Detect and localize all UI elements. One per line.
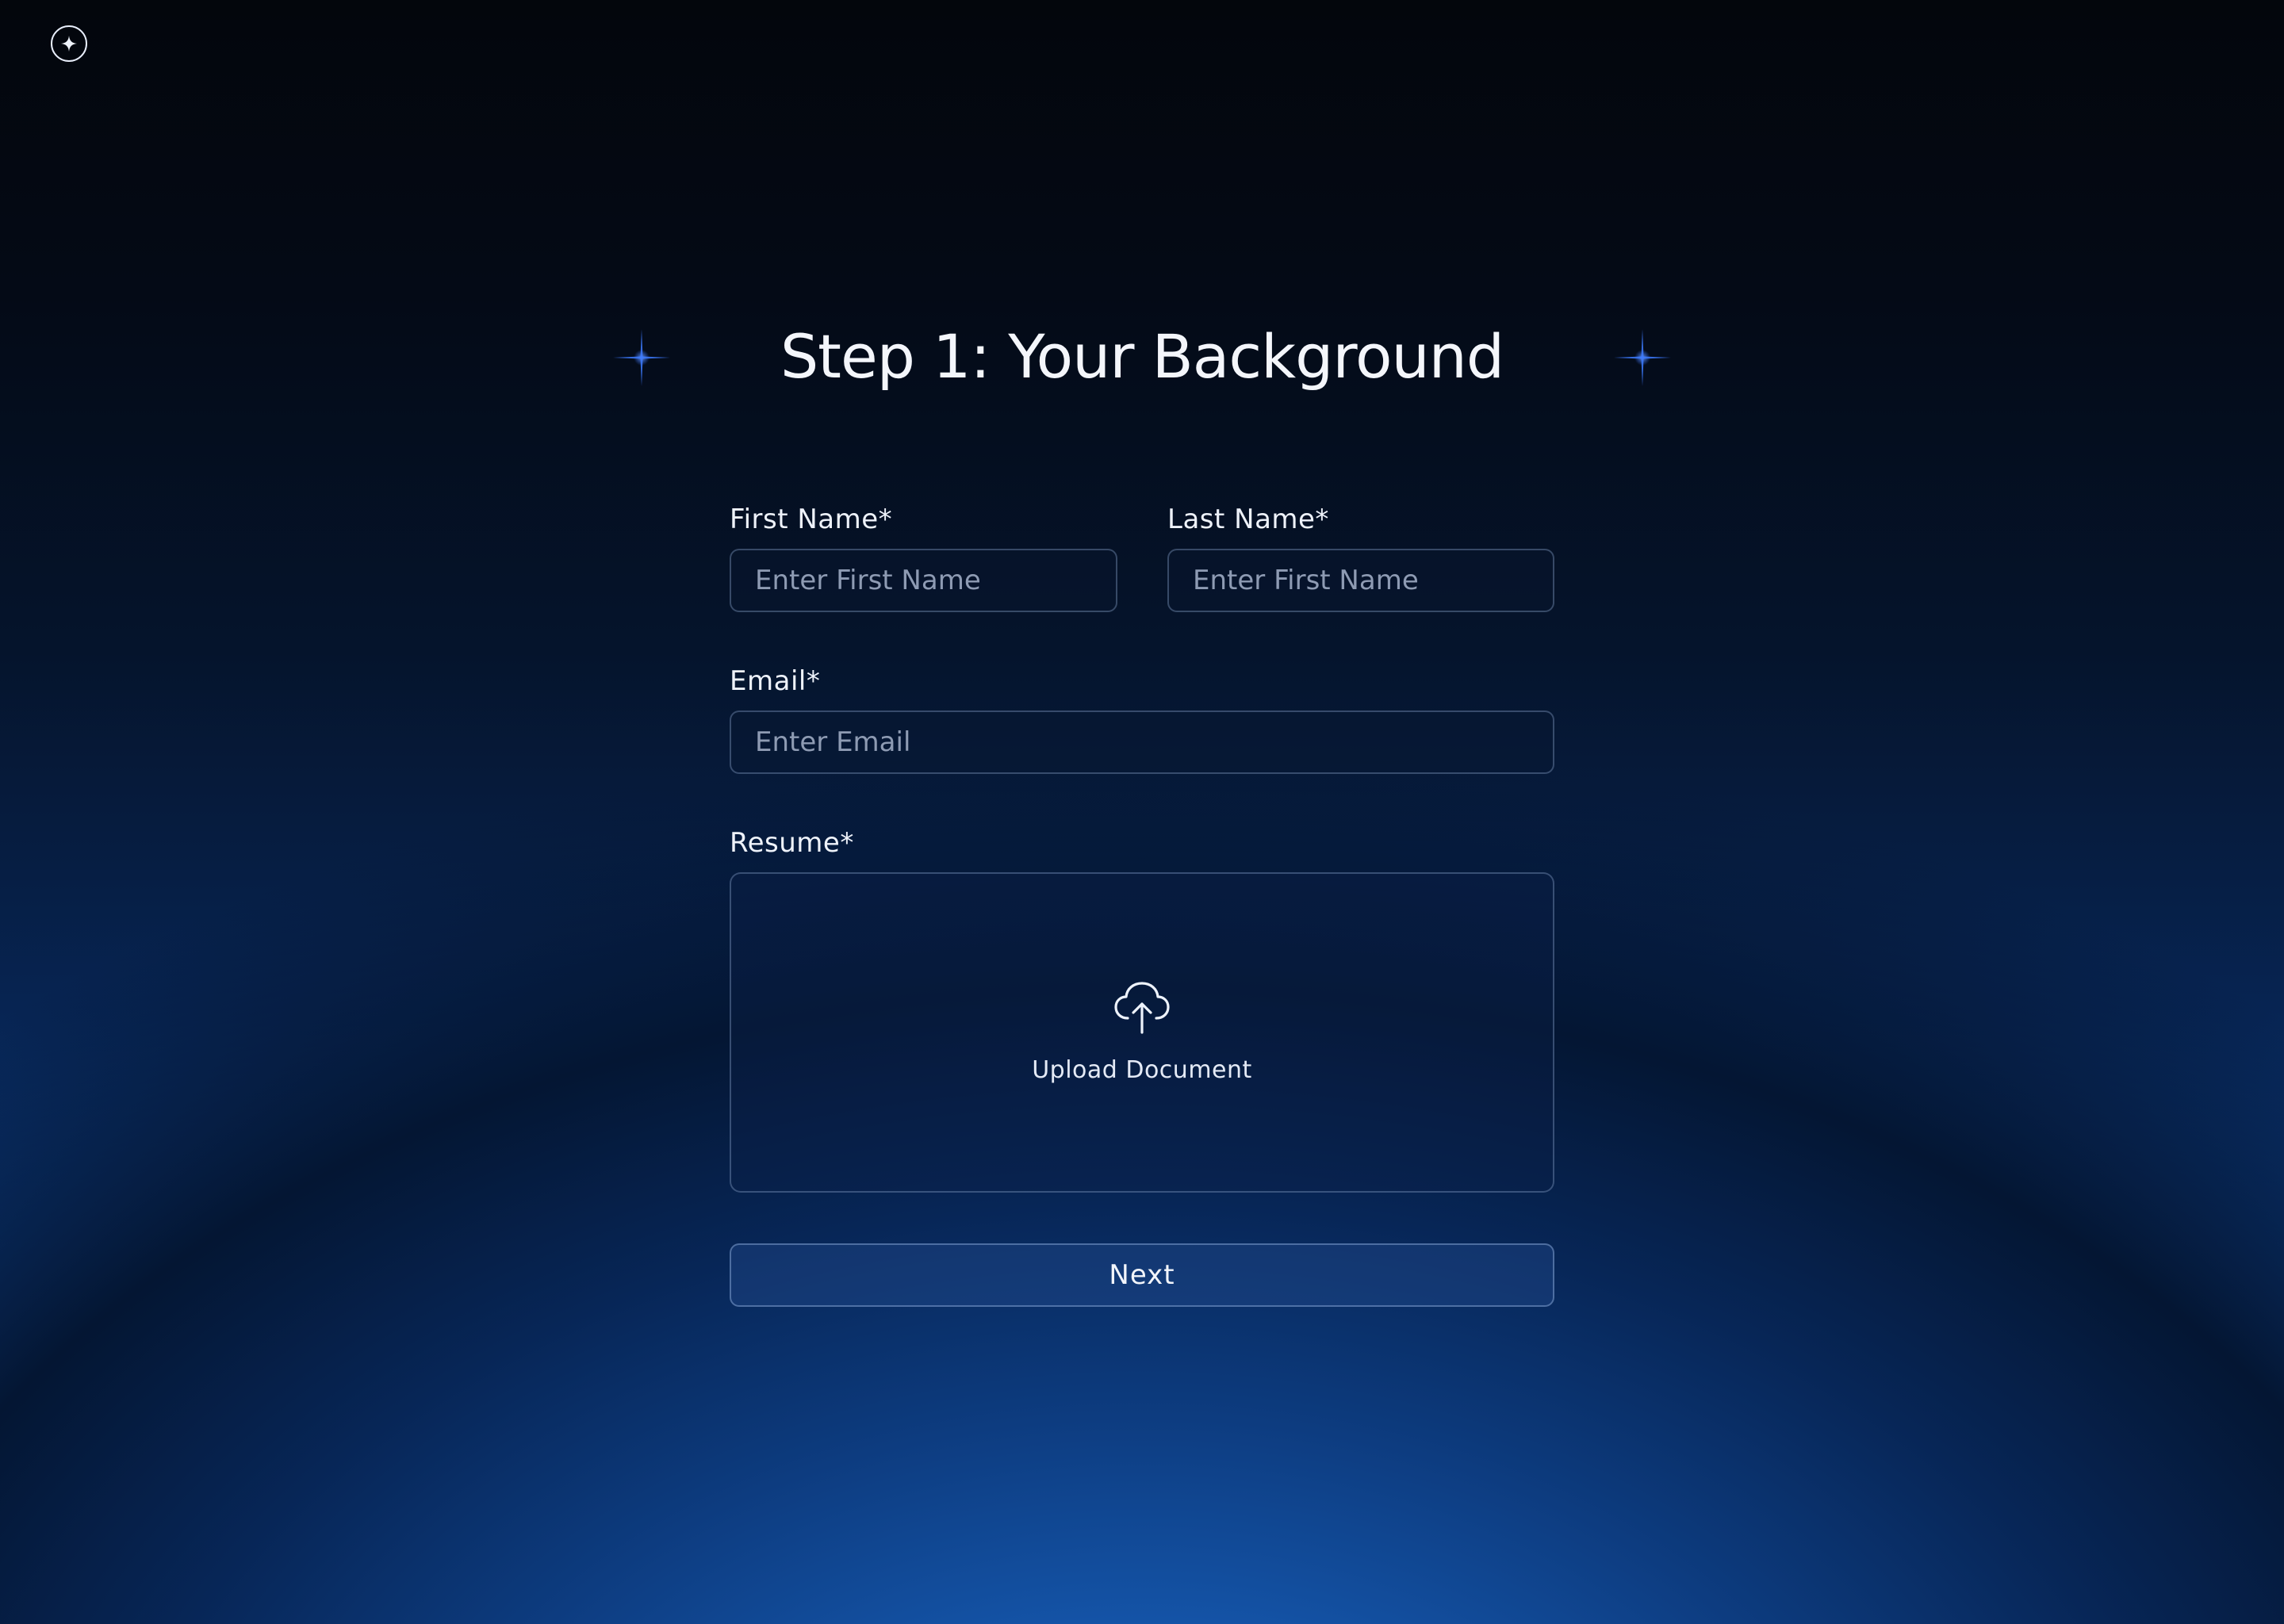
first-name-input[interactable]	[730, 549, 1117, 612]
cloud-upload-icon	[1114, 981, 1170, 1034]
resume-upload-dropzone[interactable]: Upload Document	[730, 872, 1554, 1193]
page-title: Step 1: Your Background	[780, 321, 1504, 392]
first-name-label: First Name*	[730, 504, 893, 535]
sparkle-icon	[61, 36, 77, 52]
resume-label: Resume*	[730, 827, 854, 859]
email-input[interactable]	[730, 710, 1554, 774]
logo-icon[interactable]	[51, 25, 87, 62]
upload-document-label: Upload Document	[1032, 1055, 1252, 1084]
last-name-input[interactable]	[1167, 549, 1554, 612]
email-label: Email*	[730, 665, 821, 697]
last-name-label: Last Name*	[1167, 504, 1329, 535]
next-button[interactable]: Next	[730, 1243, 1554, 1307]
